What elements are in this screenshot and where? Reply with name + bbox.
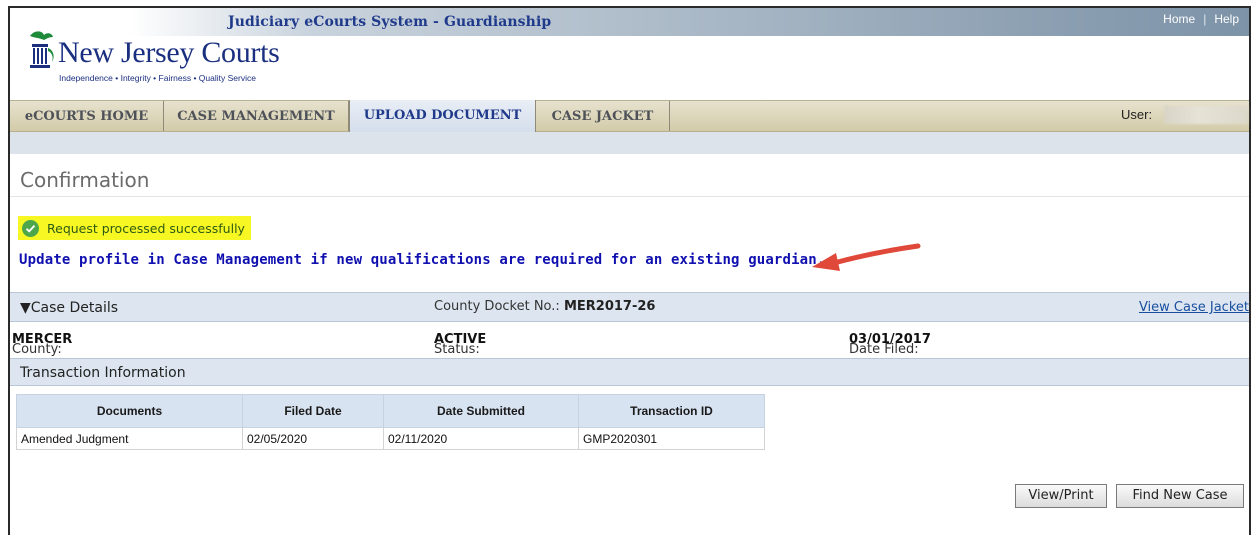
table-row: Amended Judgment 02/05/2020 02/11/2020 G… xyxy=(16,427,765,450)
tab-upload-document[interactable]: UPLOAD DOCUMENT xyxy=(349,100,536,132)
tab-case-jacket[interactable]: CASE JACKET xyxy=(536,101,670,131)
transaction-table: Documents Filed Date Date Submitted Tran… xyxy=(16,394,765,450)
home-link[interactable]: Home xyxy=(1163,12,1195,26)
app-window: Judiciary eCourts System - Guardianship … xyxy=(8,6,1251,535)
system-title: Judiciary eCourts System - Guardianship xyxy=(228,14,552,30)
document-cell: Amended Judgment xyxy=(16,427,243,450)
date-filed-field: Date Filed: 03/01/2017 xyxy=(849,332,931,357)
find-new-case-button[interactable]: Find New Case xyxy=(1116,484,1244,508)
transaction-information-title: Transaction Information xyxy=(20,365,186,381)
notice-text: Update profile in Case Management if new… xyxy=(19,252,826,268)
nj-courts-emblem-icon xyxy=(24,26,58,82)
help-link[interactable]: Help xyxy=(1214,12,1239,26)
date-submitted-cell: 02/11/2020 xyxy=(383,427,579,450)
county-field: County: MERCER xyxy=(12,332,72,357)
transaction-information-header: Transaction Information xyxy=(10,358,1249,386)
filed-date-cell: 02/05/2020 xyxy=(242,427,384,450)
main-nav: eCOURTS HOME CASE MANAGEMENT UPLOAD DOCU… xyxy=(10,100,1249,132)
case-details-header: ▼Case Details County Docket No.: MER2017… xyxy=(10,292,1249,322)
check-circle-icon xyxy=(22,219,39,237)
header-band xyxy=(10,132,1249,154)
date-filed-label: Date Filed: xyxy=(849,342,919,357)
column-header-date-submitted: Date Submitted xyxy=(383,394,579,428)
view-print-button[interactable]: View/Print xyxy=(1015,484,1107,508)
success-text: Request processed successfully xyxy=(47,220,245,236)
status-label: Status: xyxy=(434,342,480,357)
top-bar: Judiciary eCourts System - Guardianship … xyxy=(10,8,1249,36)
county-label: County: xyxy=(12,342,62,357)
column-header-transaction-id: Transaction ID xyxy=(578,394,765,428)
column-header-filed-date: Filed Date xyxy=(242,394,384,428)
docket-label: County Docket No.: xyxy=(434,299,560,314)
column-header-documents: Documents xyxy=(16,394,243,428)
table-header-row: Documents Filed Date Date Submitted Tran… xyxy=(16,394,765,428)
logo-name: New Jersey Courts xyxy=(58,36,280,69)
red-arrow-icon xyxy=(810,240,922,280)
status-field: Status: ACTIVE xyxy=(434,332,486,357)
top-links: Home | Help xyxy=(1163,12,1239,26)
logo-area: New Jersey Courts Independence • Integri… xyxy=(10,31,1249,98)
case-details-toggle[interactable]: ▼Case Details xyxy=(20,300,118,316)
link-separator: | xyxy=(1203,12,1207,26)
user-label: User: xyxy=(1121,107,1153,122)
tab-case-management[interactable]: CASE MANAGEMENT xyxy=(164,101,349,131)
tab-ecourts-home[interactable]: eCOURTS HOME xyxy=(10,101,164,131)
docket-value: MER2017-26 xyxy=(563,299,656,314)
case-details-row: County: MERCER Status: ACTIVE Date Filed… xyxy=(10,322,1249,358)
title-divider xyxy=(10,196,1249,197)
county-docket: County Docket No.: MER2017-26 xyxy=(434,299,655,314)
user-name-redacted xyxy=(1164,106,1248,124)
page-title: Confirmation xyxy=(20,168,150,192)
success-message: Request processed successfully xyxy=(18,216,251,240)
logo-tagline: Independence • Integrity • Fairness • Qu… xyxy=(59,73,256,83)
transaction-id-cell: GMP2020301 xyxy=(578,427,765,450)
left-margin xyxy=(0,0,8,535)
view-case-jacket-link[interactable]: View Case Jacket xyxy=(1139,300,1249,315)
